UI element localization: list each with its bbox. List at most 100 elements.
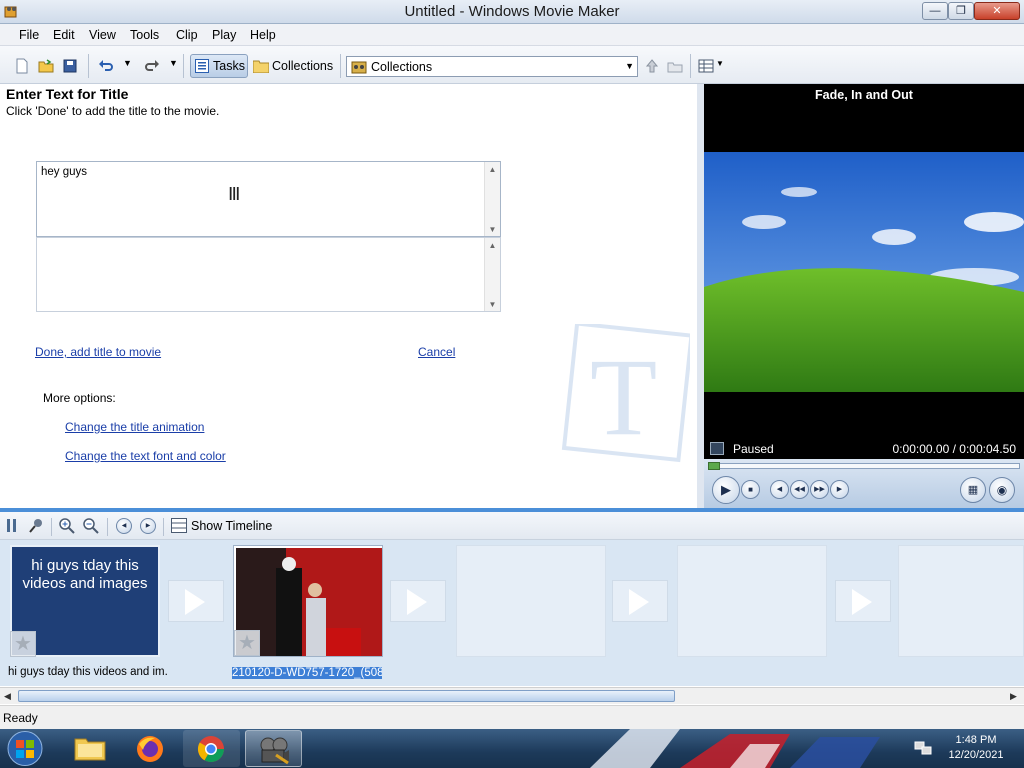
transition-slot[interactable] — [168, 580, 224, 622]
undo-icon[interactable] — [98, 58, 114, 74]
empty-clip-slot[interactable] — [898, 545, 1024, 657]
views-icon[interactable] — [698, 58, 714, 74]
show-timeline-button[interactable]: Show Timeline — [191, 519, 272, 533]
title-bar: Untitled - Windows Movie Maker — ❐ ✕ — [0, 0, 1024, 24]
menu-bar: File Edit View Tools Clip Play Help — [0, 24, 1024, 46]
rewind-button[interactable]: ◀◀ — [790, 480, 809, 499]
clip-caption-selected: 210120-D-WD757-1720_(508... — [232, 667, 382, 679]
play-button[interactable]: ▶ — [712, 476, 740, 504]
windows-start-icon[interactable] — [4, 730, 46, 767]
views-dropdown-icon[interactable]: ▼ — [716, 59, 724, 68]
subtitle-input-scrollbar[interactable]: ▲ ▼ — [484, 238, 500, 311]
timeline-icon[interactable] — [171, 518, 187, 533]
scroll-down-icon[interactable]: ▼ — [485, 225, 500, 234]
minimize-button[interactable]: — — [922, 2, 948, 20]
menu-view[interactable]: View — [89, 28, 116, 42]
status-text: Ready — [3, 711, 38, 725]
network-icon[interactable] — [914, 740, 932, 756]
collections-label: Collections — [272, 59, 334, 73]
open-project-icon[interactable] — [38, 58, 54, 74]
new-project-icon[interactable] — [14, 58, 30, 74]
seek-handle[interactable] — [708, 462, 720, 470]
zoom-out-icon[interactable] — [83, 518, 99, 534]
taskbar-clock[interactable]: 1:48 PM 12/20/2021 — [936, 733, 1016, 763]
scrollbar-thumb[interactable] — [18, 690, 675, 702]
transition-arrow-icon — [185, 589, 205, 615]
seek-bar[interactable] — [708, 463, 1020, 469]
taskbar-firefox[interactable] — [122, 730, 179, 767]
task-instruction: Click 'Done' to add the title to the mov… — [6, 104, 220, 118]
close-button[interactable]: ✕ — [974, 2, 1020, 20]
change-font-color-link[interactable]: Change the text font and color — [65, 449, 226, 463]
transition-slot[interactable] — [390, 580, 446, 622]
stop-button[interactable]: ■ — [741, 480, 760, 499]
scroll-up-icon[interactable]: ▲ — [485, 241, 500, 250]
playback-state: Paused — [733, 442, 774, 456]
change-title-animation-link[interactable]: Change the title animation — [65, 420, 204, 434]
empty-clip-slot[interactable] — [456, 545, 606, 657]
menu-file[interactable]: File — [19, 28, 39, 42]
tasks-label: Tasks — [213, 59, 245, 73]
storyboard-clip-video[interactable]: ★ 210120-D-WD757-1720_(508... — [232, 545, 383, 679]
title-text-input[interactable]: hey guys ▲ ▼ — [36, 161, 501, 237]
menu-tools[interactable]: Tools — [130, 28, 159, 42]
menu-clip[interactable]: Clip — [176, 28, 198, 42]
subtitle-text-input[interactable]: ▲ ▼ — [36, 237, 501, 312]
audio-levels-icon[interactable] — [6, 518, 18, 533]
play-storyboard-button[interactable]: ▶ — [140, 518, 156, 534]
undo-dropdown-icon[interactable]: ▼ — [123, 58, 132, 68]
pane-divider[interactable] — [697, 84, 704, 508]
storyboard-clip-title[interactable]: hi guys tday this videos and images ★ hi… — [8, 545, 168, 678]
scroll-right-icon[interactable]: ▶ — [1010, 691, 1017, 702]
text-cursor-icon: Ⅲ — [228, 184, 241, 204]
chevron-down-icon: ▼ — [625, 61, 634, 71]
maximize-button[interactable]: ❐ — [948, 2, 974, 20]
toolbar-separator — [51, 518, 52, 536]
playback-controls: ▶ ■ ◀ ◀◀ ▶▶ ▶ ▦ ◉ — [704, 459, 1024, 508]
collections-dropdown[interactable]: Collections ▼ — [346, 56, 638, 77]
tasks-button[interactable]: Tasks — [190, 54, 248, 78]
narrate-microphone-icon[interactable] — [28, 518, 44, 533]
effects-star-icon[interactable]: ★ — [234, 630, 260, 656]
save-project-icon[interactable] — [62, 58, 78, 74]
wallpaper-graphic — [590, 729, 880, 768]
taskbar-file-explorer[interactable] — [62, 730, 119, 767]
next-frame-button[interactable]: ▶ — [830, 480, 849, 499]
scroll-up-icon[interactable]: ▲ — [485, 165, 500, 174]
storyboard-horizontal-scrollbar[interactable]: ◀ ▶ — [0, 687, 1024, 704]
taskbar-chrome[interactable] — [183, 730, 240, 767]
movie-maker-icon — [260, 737, 289, 765]
transition-slot[interactable] — [612, 580, 668, 622]
storyboard: hi guys tday this videos and images ★ hi… — [0, 540, 1024, 686]
preview-status-strip: Paused 0:00:00.00 / 0:00:04.50 — [704, 439, 1024, 459]
zoom-in-icon[interactable] — [59, 518, 75, 534]
done-add-title-link[interactable]: Done, add title to movie — [35, 345, 161, 359]
take-picture-button[interactable]: ◉ — [989, 477, 1015, 503]
task-heading: Enter Text for Title — [6, 86, 129, 102]
up-folder-icon[interactable] — [644, 58, 660, 74]
redo-icon[interactable] — [144, 58, 160, 74]
cancel-link[interactable]: Cancel — [418, 345, 455, 359]
menu-edit[interactable]: Edit — [53, 28, 75, 42]
transition-slot[interactable] — [835, 580, 891, 622]
title-input-scrollbar[interactable]: ▲ ▼ — [484, 162, 500, 236]
new-collection-folder-icon[interactable] — [667, 58, 683, 74]
windows-taskbar: 1:48 PM 12/20/2021 — [0, 729, 1024, 768]
menu-help[interactable]: Help — [250, 28, 276, 42]
scroll-left-icon[interactable]: ◀ — [4, 691, 11, 702]
collections-film-icon — [351, 61, 367, 74]
toolbar-separator — [88, 54, 89, 78]
previous-frame-button[interactable]: ◀ — [770, 480, 789, 499]
menu-play[interactable]: Play — [212, 28, 236, 42]
empty-clip-slot[interactable] — [677, 545, 827, 657]
split-clip-button[interactable]: ▦ — [960, 477, 986, 503]
redo-dropdown-icon[interactable]: ▼ — [169, 58, 178, 68]
scroll-down-icon[interactable]: ▼ — [485, 300, 500, 309]
more-options-label: More options: — [43, 391, 116, 405]
fast-forward-button[interactable]: ▶▶ — [810, 480, 829, 499]
preview-video-frame — [704, 152, 1024, 392]
rewind-storyboard-button[interactable]: ◀ — [116, 518, 132, 534]
taskbar-movie-maker[interactable] — [245, 730, 302, 767]
folder-icon — [253, 60, 269, 73]
effects-star-icon[interactable]: ★ — [10, 631, 36, 657]
